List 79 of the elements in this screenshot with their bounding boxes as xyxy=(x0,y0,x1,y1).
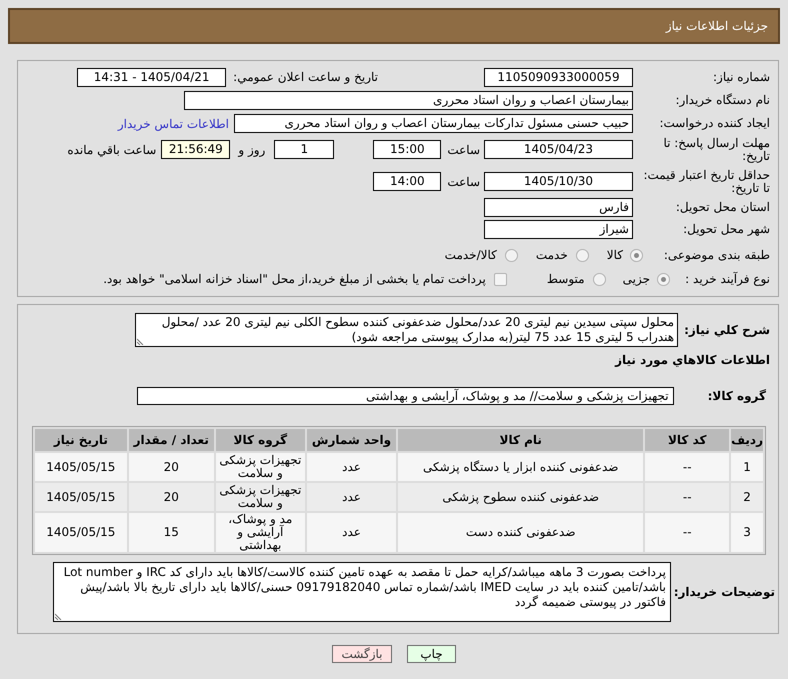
table-cell: تجهیزات پزشکی و سلامت xyxy=(216,453,305,481)
city-field[interactable]: شیراز xyxy=(484,220,633,239)
announcement-date-field[interactable]: 1405/04/21 - 14:31 xyxy=(77,68,226,87)
buyer-name-field[interactable]: بیمارستان اعصاب و روان استاد محرری xyxy=(184,91,633,110)
deadline-date-field[interactable]: 1405/04/23 xyxy=(484,140,633,159)
radio-label[interactable]: جزیی xyxy=(622,272,650,286)
field-label: توضیحات خریدار: xyxy=(674,586,775,598)
section-title: اطلاعات کالاهاي مورد نیاز xyxy=(615,353,770,368)
days-label: روز و xyxy=(238,142,266,156)
field-label: ایجاد کننده درخواست: xyxy=(659,117,770,130)
column-header: تاریخ نیاز xyxy=(35,429,127,451)
time-label: ساعت xyxy=(447,174,480,188)
table-cell: 1405/05/15 xyxy=(35,513,127,552)
table-cell: 1405/05/15 xyxy=(35,483,127,511)
radio-button[interactable] xyxy=(592,272,606,286)
page-title: جزئیات اطلاعات نیاز xyxy=(666,18,768,35)
field-label: نوع فرآیند خرید : xyxy=(685,272,770,286)
field-label: مهلت ارسال پاسخ: تا تاریخ: xyxy=(662,136,770,162)
table-cell: 1405/05/15 xyxy=(35,453,127,481)
table-cell: ضدعفونی کننده دست xyxy=(398,513,644,552)
radio-button[interactable] xyxy=(657,272,670,286)
table-cell: ضدعفونی کننده ابزار یا دستگاه پزشکی xyxy=(398,453,644,481)
table-cell: -- xyxy=(645,453,730,481)
field-label: تاریخ و ساعت اعلان عمومي: xyxy=(233,71,378,84)
requester-field[interactable]: حبیب حسنی مسئول تدارکات بیمارستان اعصاب و روان استاد محرری xyxy=(234,114,633,133)
radio-label[interactable]: کالا xyxy=(606,248,623,262)
radio-label[interactable]: کالا/خدمت xyxy=(444,248,497,262)
buyer-contact-link[interactable]: اطلاعات تماس خریدار xyxy=(118,116,229,130)
column-header: گروه کالا xyxy=(216,429,305,451)
column-header: کد کالا xyxy=(645,429,730,451)
radio-label[interactable]: خدمت xyxy=(536,248,568,262)
product-group-field[interactable]: تجهیزات پزشکی و سلامت// مد و پوشاک، آرایشی و بهداشتی xyxy=(137,387,674,405)
remaining-time-field[interactable]: 21:56:49 xyxy=(161,140,230,159)
field-label: حداقل تاریخ اعتبار قیمت: تا تاریخ: xyxy=(642,168,770,194)
back-button[interactable]: بازگشت xyxy=(332,645,392,663)
column-header: ردیف xyxy=(731,429,763,451)
column-header: واحد شمارش xyxy=(306,429,396,451)
validity-date-field[interactable]: 1405/10/30 xyxy=(484,172,633,191)
checkbox[interactable] xyxy=(494,272,507,286)
field-label: نام دستگاه خریدار: xyxy=(676,94,770,107)
days-field[interactable]: 1 xyxy=(274,140,334,159)
field-label: شماره نیاز: xyxy=(713,71,770,84)
description-field[interactable]: محلول سپتی سیدین نیم لیتری 20 عدد/محلول ضدعفونی کننده سطوح الکلی نیم لیتری 20 عدد /محلول هندراب 5 لیتری 15 عدد 75 لیتر(به مدارک پیوستی مراجعه شود) xyxy=(135,313,678,347)
radio-button[interactable] xyxy=(630,248,643,262)
radio-button[interactable] xyxy=(576,248,589,262)
field-label: استان محل تحویل: xyxy=(676,201,770,214)
validity-time-field[interactable]: 14:00 xyxy=(373,172,442,191)
table-cell: -- xyxy=(645,483,730,511)
column-header: نام کالا xyxy=(398,429,644,451)
field-label: شرح کلي نیاز: xyxy=(684,324,770,336)
checkbox-label[interactable]: پرداخت تمام یا بخشی از مبلغ خرید،از محل "اسناد خزانه اسلامی" خواهد بود. xyxy=(103,272,486,286)
column-header: تعداد / مقدار xyxy=(128,429,214,451)
print-button[interactable]: چاپ xyxy=(407,645,456,663)
table-cell: 20 xyxy=(128,483,214,511)
table-cell: مد و پوشاک، آرایشی و بهداشتی xyxy=(216,513,305,552)
field-label: طبقه بندی موضوعی: xyxy=(664,248,770,262)
radio-button[interactable] xyxy=(504,248,518,262)
resize-grip-icon[interactable] xyxy=(137,337,145,345)
table-cell: عدد xyxy=(306,483,396,511)
time-label: ساعت xyxy=(447,142,480,156)
province-field[interactable]: فارس xyxy=(484,198,633,217)
table-cell: 20 xyxy=(128,453,214,481)
table-cell: عدد xyxy=(306,513,396,552)
table-cell: -- xyxy=(645,513,730,552)
table-cell: عدد xyxy=(306,453,396,481)
table-cell: 1 xyxy=(731,453,763,481)
table-cell: 15 xyxy=(128,513,214,552)
table-cell: تجهیزات پزشکی و سلامت xyxy=(216,483,305,511)
deadline-time-field[interactable]: 15:00 xyxy=(373,140,442,159)
table-cell: 2 xyxy=(731,483,763,511)
radio-label[interactable]: متوسط xyxy=(546,272,585,286)
table-cell: ضدعفونی کننده سطوح پزشکی xyxy=(398,483,644,511)
buyer-notes-field[interactable]: پرداخت بصورت 3 ماهه میباشد/کرایه حمل تا مقصد به عهده تامین کننده کالاست/کالاها باید دارای کد IRC و Lot number باشد/تامین کننده باید در سایت IMED باشد/شماره تماس 09179182040 حسنی/کالاها باید دارای تاریخ بالا باشد/پیش فاکتور در پیوستی ضمیمه گردد xyxy=(53,562,671,622)
field-label: گروه کالا: xyxy=(708,390,766,402)
need-number-field[interactable]: 1105090933000059 xyxy=(484,68,633,87)
field-label: شهر محل تحویل: xyxy=(683,223,770,236)
remaining-time-label: ساعت باقي مانده xyxy=(67,142,156,156)
table-cell: 3 xyxy=(731,513,763,552)
resize-grip-icon[interactable] xyxy=(55,612,63,620)
